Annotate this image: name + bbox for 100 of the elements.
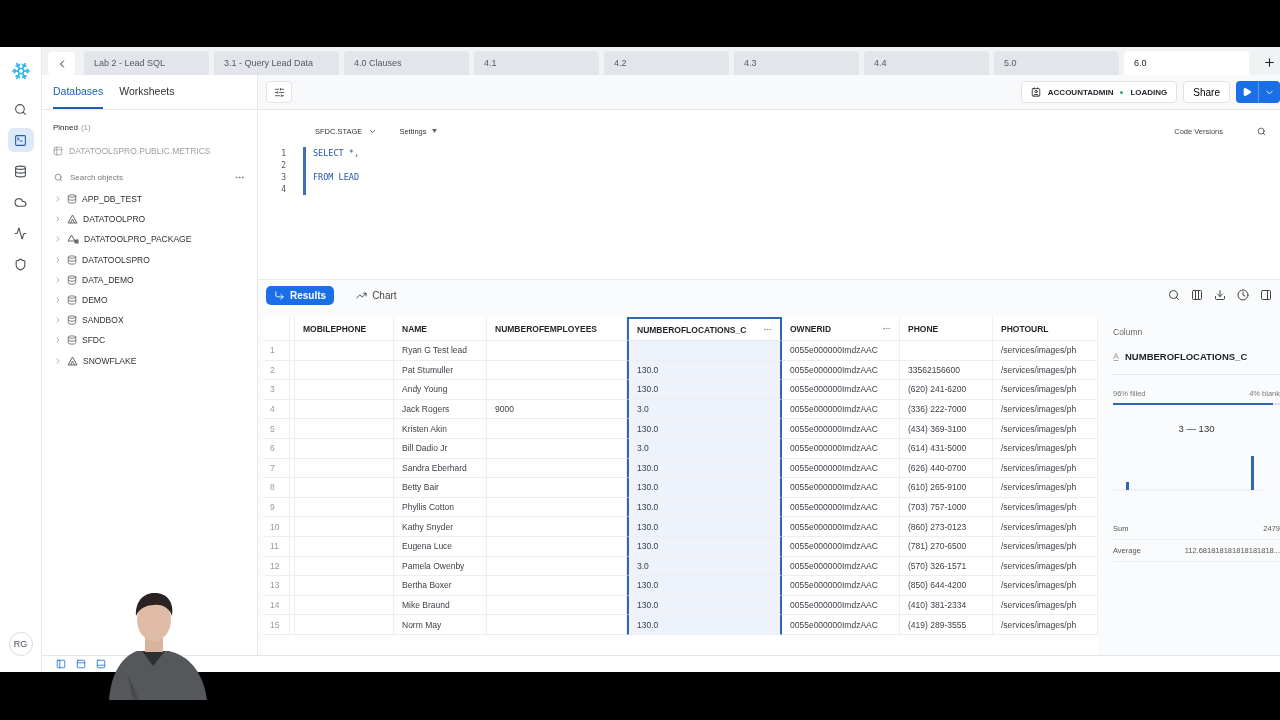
panel-heading: Column	[1113, 327, 1144, 337]
tree-item[interactable]: APP_DB_TEST	[82, 194, 142, 205]
table-cell: 130.0	[627, 419, 782, 439]
table-cell: Norm May	[394, 615, 487, 635]
table-cell: /services/images/ph	[993, 341, 1098, 361]
worksheet-tab[interactable]: 3.1 - Query Lead Data	[214, 51, 339, 75]
results-tab[interactable]: Chart	[348, 285, 405, 305]
line-number: 4	[280, 184, 286, 194]
row-number: 9	[263, 497, 290, 518]
column-name: NUMBEROFLOCATIONS_C	[1125, 351, 1248, 362]
table-cell: /services/images/ph	[993, 595, 1098, 616]
table-cell: /services/images/ph	[993, 576, 1098, 596]
worksheet-tab[interactable]: 4.2	[604, 51, 729, 75]
table-cell: /services/images/ph	[993, 399, 1098, 420]
column-header[interactable]: OWNERID	[782, 317, 900, 341]
table-cell: 3.0	[627, 556, 782, 577]
table-cell: /services/images/ph	[993, 497, 1098, 518]
table-cell: 130.0	[627, 497, 782, 518]
column-header[interactable]: PHOTOURL	[993, 317, 1098, 341]
tree-item[interactable]: DATATOOLSPRO	[82, 254, 150, 265]
table-cell: (410) 381-2334	[900, 595, 993, 616]
table-cell: (781) 270-6500	[900, 536, 993, 557]
worksheet-tab[interactable]: 4.1	[474, 51, 599, 75]
table-cell: (860) 273-0123	[900, 517, 993, 537]
row-number: 2	[263, 360, 290, 381]
row-number: 14	[263, 595, 290, 616]
table-cell: (850) 644-4200	[900, 576, 993, 596]
search-field[interactable]: Search objects	[68, 172, 229, 183]
table-cell: 130.0	[627, 360, 782, 381]
worksheet-tab[interactable]: 5.0	[994, 51, 1119, 75]
sidebar-tab[interactable]: Databases	[53, 75, 104, 109]
column-header[interactable]: MOBILEPHONE	[295, 317, 394, 341]
table-cell: 0055e000000ImdzAAC	[782, 341, 900, 361]
table-cell: 130.0	[627, 380, 782, 400]
tree-item[interactable]: SNOWFLAKE	[83, 355, 137, 366]
row-number: 6	[263, 438, 290, 459]
table-cell: 0055e000000ImdzAAC	[782, 576, 900, 596]
share-button[interactable]: Share	[1183, 81, 1230, 103]
table-cell: 130.0	[627, 595, 782, 616]
row-number: 11	[263, 536, 290, 557]
table-cell: 130.0	[627, 615, 782, 635]
table-cell: 0055e000000ImdzAAC	[782, 380, 900, 400]
table-cell: 0055e000000ImdzAAC	[782, 438, 900, 459]
row-number: 12	[263, 556, 290, 577]
worksheet-tab[interactable]: 4.0 Clauses	[344, 51, 469, 75]
row-number: 4	[263, 399, 290, 420]
table-cell: 0055e000000ImdzAAC	[782, 497, 900, 518]
table-cell: /services/images/ph	[993, 419, 1098, 439]
table-cell: (703) 757-1000	[900, 497, 993, 518]
worksheet-tab[interactable]: 6.0	[1124, 51, 1249, 75]
table-cell: Bertha Boxer	[394, 576, 487, 596]
row-number: 5	[263, 419, 290, 439]
sidebar-tab[interactable]: Worksheets	[119, 75, 175, 109]
column-header[interactable]: NUMBEROFLOCATIONS_C	[627, 317, 782, 341]
table-cell: Betty Bair	[394, 478, 487, 498]
table-cell: (336) 222-7000	[900, 399, 993, 420]
table-cell: 0055e000000ImdzAAC	[782, 595, 900, 616]
table-cell: Andy Young	[394, 380, 487, 400]
table-cell: 0055e000000ImdzAAC	[782, 536, 900, 557]
table-cell: /services/images/ph	[993, 517, 1098, 537]
table-cell: 3.0	[627, 399, 782, 420]
row-number: 10	[263, 517, 290, 537]
code-line: SELECT *,	[313, 148, 360, 158]
worksheet-tab[interactable]: 4.3	[734, 51, 859, 75]
tree-item[interactable]: DEMO	[82, 295, 108, 306]
table-cell: 0055e000000ImdzAAC	[782, 478, 900, 498]
table-cell: Pamela Owenby	[394, 556, 487, 577]
table-cell: 0055e000000ImdzAAC	[782, 399, 900, 420]
table-cell: 0055e000000ImdzAAC	[782, 517, 900, 537]
table-cell: 0055e000000ImdzAAC	[782, 615, 900, 635]
tree-item[interactable]: DATATOOLPRO	[83, 214, 146, 225]
context-selector[interactable]: ACCOUNTADMIN LOADING	[1020, 81, 1178, 103]
worksheet-tab[interactable]: Lab 2 - Lead SQL	[84, 51, 209, 75]
tree-item[interactable]: SANDBOX	[82, 315, 124, 326]
table-cell: /services/images/ph	[993, 360, 1098, 381]
worksheet-tab[interactable]: 4.4	[864, 51, 989, 75]
column-header[interactable]: PHONE	[900, 317, 993, 341]
line-number: 1	[280, 148, 286, 158]
section-label: Pinned	[53, 123, 78, 132]
results-tab[interactable]: Results	[266, 285, 335, 305]
table-cell: 130.0	[627, 576, 782, 596]
table-cell: Kathy Snyder	[394, 517, 487, 537]
tree-item[interactable]: DATA_DEMO	[82, 274, 134, 285]
table-cell: /services/images/ph	[993, 380, 1098, 400]
table-cell: Kristen Akin	[394, 419, 487, 439]
table-cell: /services/images/ph	[993, 615, 1098, 635]
tree-item[interactable]: DATATOOLPRO_PACKAGE	[84, 234, 192, 245]
tree-item[interactable]: SFDC	[82, 335, 106, 346]
table-cell: Pat Stumuller	[394, 360, 487, 381]
table-cell: 0055e000000ImdzAAC	[782, 556, 900, 577]
table-cell: Ryan G Test lead	[394, 341, 487, 361]
table-cell: 0055e000000ImdzAAC	[782, 419, 900, 439]
value-range: 3 — 130	[1177, 423, 1216, 434]
row-number: 7	[263, 458, 290, 479]
table-cell: 130.0	[627, 517, 782, 537]
row-number: 8	[263, 478, 290, 498]
row-number: 1	[263, 341, 290, 361]
row-number: 13	[263, 576, 290, 596]
table-cell: 0055e000000ImdzAAC	[782, 360, 900, 381]
column-header[interactable]: NAME	[394, 317, 487, 341]
